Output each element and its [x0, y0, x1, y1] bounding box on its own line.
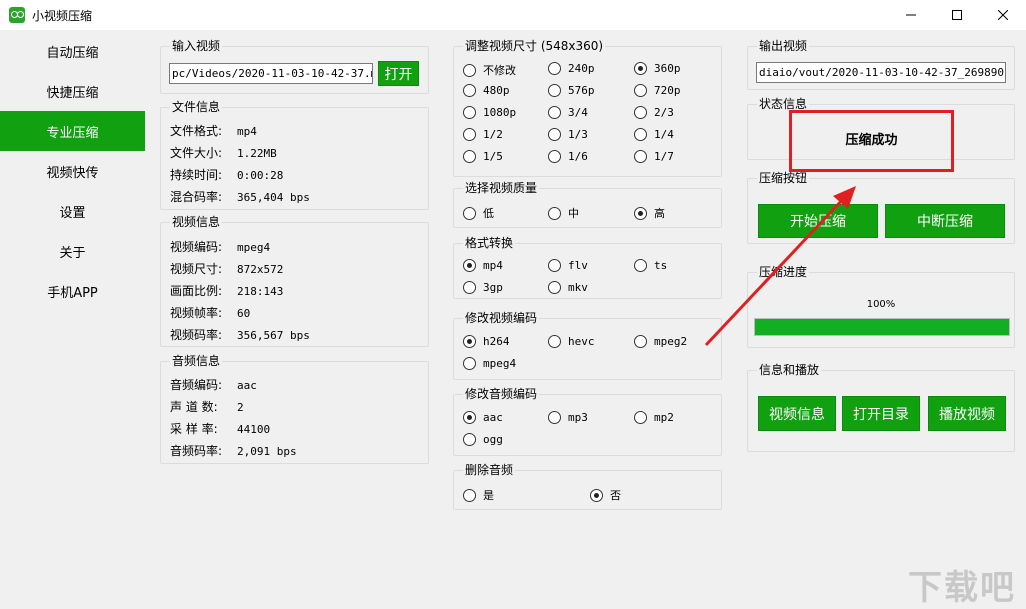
annotation-arrow — [704, 186, 856, 347]
watermark-logo: 下载吧 — [908, 568, 1016, 608]
